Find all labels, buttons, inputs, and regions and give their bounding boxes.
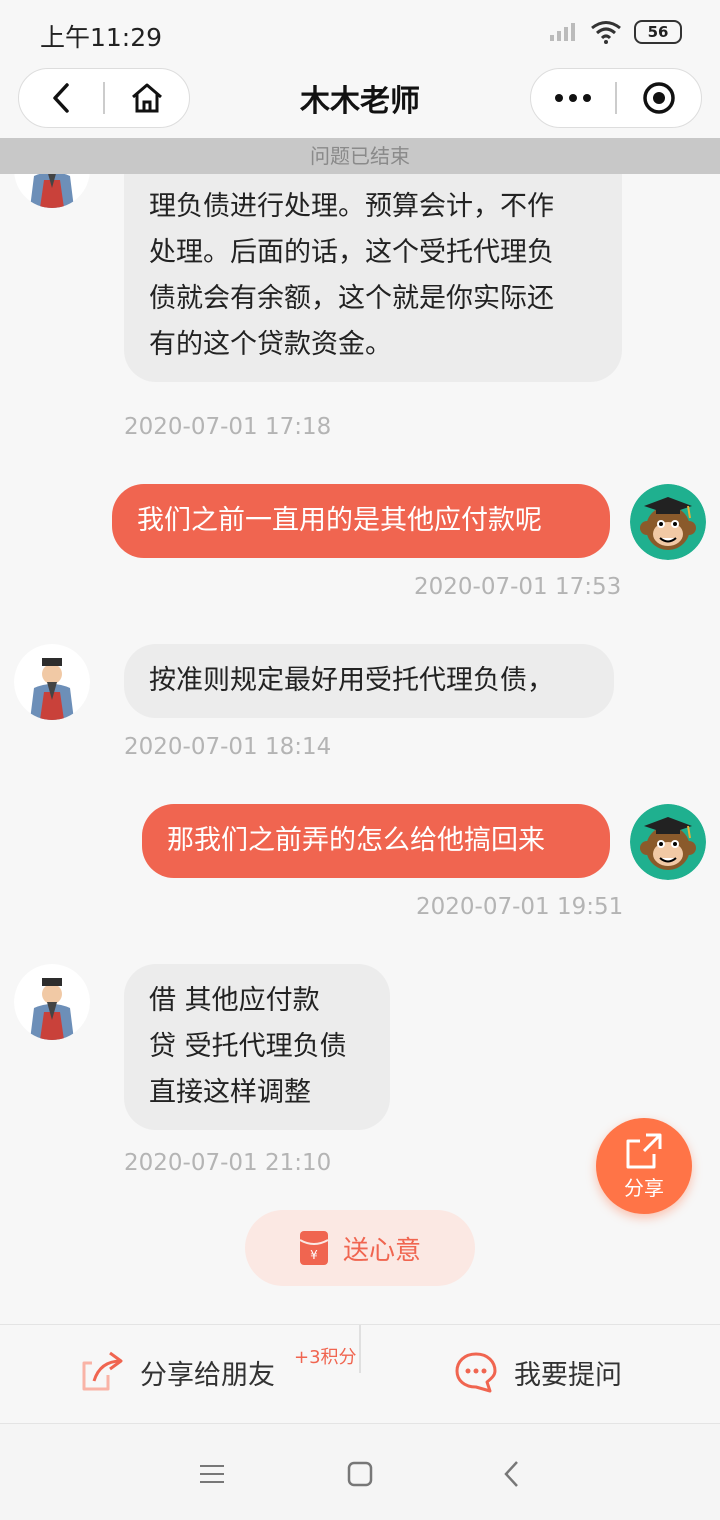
message-bubble: 借 其他应付款 贷 受托代理负债 直接这样调整	[124, 964, 390, 1130]
signal-icon	[550, 23, 575, 41]
nav-back-button[interactable]	[492, 1454, 532, 1494]
message-timestamp: 2020-07-01 17:18	[124, 414, 332, 440]
nav-home-button[interactable]	[340, 1454, 380, 1494]
battery-indicator: 56	[634, 20, 682, 44]
share-to-friend-button[interactable]: 分享给朋友	[80, 1351, 275, 1393]
message-timestamp: 2020-07-01 19:51	[416, 894, 624, 920]
nav-menu-button[interactable]	[192, 1454, 232, 1494]
floating-share-label: 分享	[624, 1175, 664, 1200]
status-icons: 56	[548, 20, 682, 44]
header: 木木老师	[0, 66, 720, 138]
message-timestamp: 2020-07-01 21:10	[124, 1150, 332, 1176]
floating-share-button[interactable]: 分享	[596, 1118, 692, 1214]
question-ended-banner: 问题已结束	[0, 138, 720, 174]
bottom-action-bar: 分享给朋友 +3积分 我要提问	[0, 1324, 720, 1424]
nav-back-icon	[504, 1461, 518, 1487]
user-avatar[interactable]	[630, 804, 706, 880]
message-bubble: 资管资金的话，贷方的话用受托代 理负债进行处理。预算会计，不作 处理。后面的话，…	[124, 138, 622, 382]
send-gift-label: 送心意	[342, 1235, 421, 1266]
svg-text:¥: ¥	[310, 1248, 318, 1262]
message-bubble: 那我们之前弄的怎么给他搞回来	[142, 804, 610, 878]
teacher-avatar[interactable]	[14, 644, 90, 720]
red-envelope-icon: ¥	[299, 1231, 329, 1265]
teacher-avatar[interactable]	[14, 964, 90, 1040]
ask-question-button[interactable]: 我要提问	[454, 1351, 622, 1393]
ask-question-label: 我要提问	[514, 1359, 622, 1391]
more-icon	[555, 94, 592, 102]
share-to-friend-label: 分享给朋友	[140, 1359, 275, 1391]
message-timestamp: 2020-07-01 18:14	[124, 734, 332, 760]
chat-icon	[455, 1352, 497, 1393]
message-bubble: 我们之前一直用的是其他应付款呢	[112, 484, 610, 558]
menu-capsule	[530, 68, 702, 128]
user-avatar[interactable]	[630, 484, 706, 560]
square-icon	[347, 1461, 373, 1487]
record-icon	[643, 82, 675, 114]
more-button[interactable]	[531, 68, 615, 128]
points-badge: +3积分	[294, 1347, 357, 1368]
bottom-divider	[359, 1325, 361, 1373]
menu-icon	[200, 1465, 224, 1483]
share-icon	[626, 1133, 662, 1168]
message-bubble: 按准则规定最好用受托代理负债，	[124, 644, 614, 718]
close-miniprogram-button[interactable]	[617, 68, 701, 128]
share-icon	[82, 1351, 123, 1391]
status-time: 上午11:29	[40, 23, 163, 52]
system-nav-bar	[0, 1424, 720, 1520]
message-timestamp: 2020-07-01 17:53	[414, 574, 622, 600]
status-bar: 上午11:29 56	[0, 0, 720, 66]
send-gift-button[interactable]: ¥ 送心意	[245, 1210, 475, 1286]
wifi-icon	[591, 21, 621, 44]
